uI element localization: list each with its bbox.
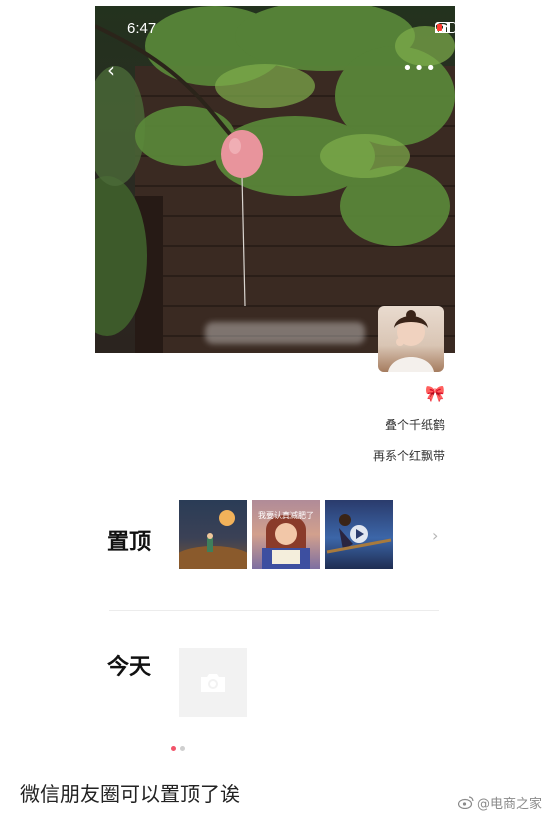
page-dot	[180, 746, 185, 751]
weibo-logo-icon	[457, 796, 474, 809]
today-section-title: 今天	[107, 655, 152, 680]
bow-emoji: 🎀	[425, 384, 445, 403]
post-caption: 微信朋友圈可以置顶了诶	[20, 782, 240, 806]
chevron-right-icon[interactable]: ›	[432, 526, 438, 545]
witch-broom-thumbnail	[326, 514, 392, 554]
status-bar: 6:47	[95, 6, 455, 46]
watermark-text: @电商之家	[476, 797, 542, 812]
pinned-thumbnail-witch[interactable]	[325, 500, 393, 569]
avatar[interactable]	[378, 306, 444, 372]
wechat-moments-profile: 6:47 ‹ ••• 🎀 叠个千纸鹤 再系个红飘带 置顶 我要认真减肥了 › 今…	[95, 6, 455, 748]
camera-icon	[201, 673, 225, 692]
pinned-thumbnail-moon[interactable]	[179, 500, 247, 569]
cover-photo[interactable]: 6:47 ‹ •••	[95, 6, 455, 353]
back-icon[interactable]: ‹	[107, 58, 115, 82]
blurred-nickname	[205, 322, 365, 344]
pinned-section-title: 置顶	[107, 530, 152, 555]
watermark: @电商之家	[457, 793, 542, 812]
thumbnail-caption: 我要认真减肥了	[258, 511, 314, 520]
more-options-icon[interactable]: •••	[402, 58, 437, 79]
add-photo-button[interactable]	[179, 648, 247, 717]
signature-line-2: 再系个红飘带	[372, 449, 445, 463]
moon-scene-thumbnail	[179, 510, 247, 569]
signature-line-1: 叠个千纸鹤	[384, 418, 445, 432]
section-divider	[109, 610, 439, 611]
pinned-thumbnail-reading[interactable]: 我要认真减肥了	[252, 500, 320, 569]
battery-icon	[435, 22, 455, 33]
page-dot-active	[171, 746, 176, 751]
page-indicator	[171, 746, 185, 751]
avatar-photo	[388, 310, 434, 372]
cover-illustration	[95, 6, 455, 353]
status-time: 6:47	[127, 20, 157, 37]
